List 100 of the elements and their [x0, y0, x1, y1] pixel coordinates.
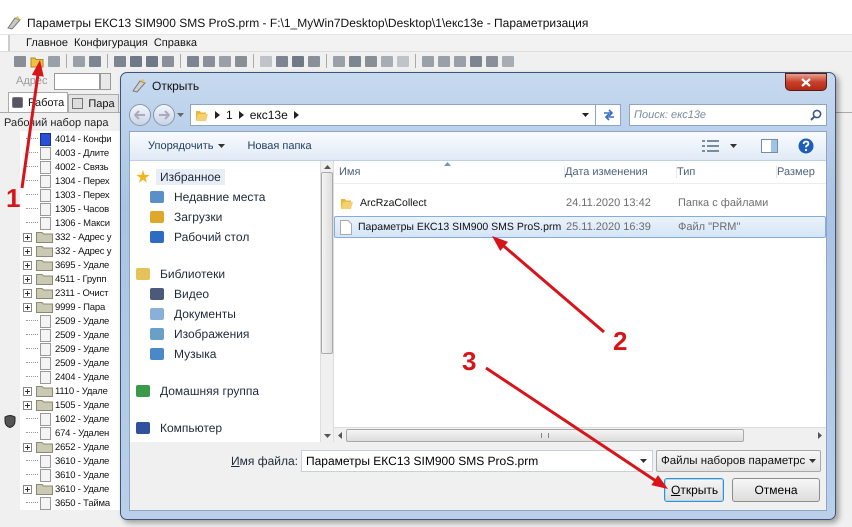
toolbar-icon[interactable] — [365, 56, 377, 66]
breadcrumb-field[interactable]: 1 екс13е — [190, 104, 621, 126]
back-button[interactable] — [129, 104, 151, 126]
horizontal-scrollbar[interactable] — [334, 427, 826, 442]
expand-toggle[interactable] — [23, 386, 32, 396]
toolbar-icon[interactable] — [292, 56, 304, 66]
toolbar-icon[interactable] — [89, 56, 101, 66]
tree-item[interactable]: 2509 - Удале — [55, 358, 110, 368]
menu-item[interactable]: Справка — [154, 37, 198, 49]
toolbar-icon[interactable] — [219, 56, 231, 66]
tree-item[interactable]: 2404 - Удале — [55, 372, 110, 382]
toolbar-icon[interactable] — [381, 56, 393, 66]
toolbar-icon[interactable] — [130, 56, 142, 66]
toolbar-icon[interactable] — [146, 56, 158, 66]
toolbar-icon[interactable] — [502, 56, 514, 66]
forward-button[interactable] — [153, 104, 175, 126]
toolbar-icon[interactable] — [14, 56, 26, 66]
chevron-icon[interactable] — [238, 111, 244, 119]
column-header[interactable]: Размер — [777, 166, 826, 178]
tree-item[interactable]: 3610 - Удале — [55, 456, 110, 466]
tree-item[interactable]: 1306 - Макси — [55, 218, 110, 228]
expand-toggle[interactable] — [23, 442, 32, 452]
tree-item[interactable]: 2652 - Удале — [55, 442, 110, 452]
nav-item[interactable]: Рабочий стол — [170, 229, 254, 245]
toolbar-icon[interactable] — [422, 56, 434, 66]
expand-toggle[interactable] — [23, 274, 32, 284]
toolbar-icon[interactable] — [470, 56, 482, 66]
file-row[interactable]: Параметры ЕКС13 SIM900 SMS ProS.prm 25.11.2020 16:39 Файл "PRM" — [334, 216, 826, 238]
filter-dropdown[interactable]: Файлы наборов параметрс — [656, 450, 821, 472]
nav-item[interactable]: Библиотеки — [156, 266, 230, 282]
chevron-icon[interactable] — [215, 111, 220, 119]
toolbar-icon[interactable] — [454, 56, 466, 66]
scroll-thumb[interactable] — [346, 428, 744, 442]
help-icon[interactable] — [798, 138, 814, 154]
tree-item[interactable]: 3610 - Удале — [55, 470, 110, 480]
tree-item[interactable]: 1505 - Удале — [55, 400, 110, 410]
tree-item[interactable]: 2509 - Удале — [55, 344, 110, 354]
toolbar-icon[interactable] — [349, 56, 361, 66]
expand-toggle[interactable] — [23, 400, 32, 410]
tree-item[interactable]: 1304 - Перех — [55, 176, 110, 186]
expand-toggle[interactable] — [23, 232, 32, 242]
tree-item[interactable]: 2509 - Удале — [55, 330, 110, 340]
refresh-icon[interactable] — [602, 109, 616, 121]
tree-item[interactable]: 4003 - Длите — [55, 148, 109, 158]
tree-item[interactable]: 3695 - Удале — [55, 260, 110, 270]
toolbar-icon[interactable] — [203, 56, 215, 66]
toolbar-icon[interactable] — [48, 56, 60, 66]
tree-item[interactable]: 4014 - Конфи — [55, 134, 112, 144]
toolbar-icon[interactable] — [114, 56, 126, 66]
search-field[interactable]: Поиск: екс13е — [629, 104, 827, 126]
toolbar-icon[interactable] — [308, 56, 320, 66]
filename-field[interactable]: Параметры ЕКС13 SIM900 SMS ProS.prm — [301, 450, 653, 472]
caret-icon[interactable] — [730, 144, 737, 148]
toolbar-icon[interactable] — [235, 56, 247, 66]
close-button[interactable] — [785, 73, 827, 91]
file-row[interactable]: ArcRzaCollect 24.11.2020 13:42 Папка с файлами — [334, 192, 826, 214]
preview-pane-icon[interactable] — [761, 139, 778, 153]
scroll-left-icon[interactable] — [338, 432, 342, 438]
scroll-right-icon[interactable] — [818, 432, 822, 438]
tree-item[interactable]: 2311 - Очист — [55, 288, 108, 298]
column-header[interactable]: Дата изменения — [565, 166, 677, 178]
path-segment[interactable]: 1 — [226, 108, 233, 122]
address-field[interactable] — [54, 72, 100, 90]
toolbar-icon[interactable] — [187, 56, 199, 66]
tree-item[interactable]: 1602 - Удале — [55, 414, 110, 424]
scroll-thumb[interactable] — [321, 172, 333, 354]
toolbar-icon[interactable] — [486, 56, 498, 66]
toolbar-icon[interactable] — [333, 56, 345, 66]
expand-toggle[interactable] — [23, 246, 32, 256]
toolbar-icon[interactable] — [73, 56, 85, 66]
scroll-down-icon[interactable] — [324, 434, 330, 438]
tree-item[interactable]: 3610 - Удале — [55, 484, 110, 494]
nav-item[interactable]: Домашняя группа — [156, 383, 264, 399]
tree-item[interactable]: 1305 - Часов — [55, 204, 109, 214]
menu-item[interactable]: Главное — [26, 37, 68, 49]
nav-item[interactable]: Недавние места — [170, 189, 270, 205]
scrollbar[interactable] — [320, 161, 334, 442]
nav-item[interactable]: Музыка — [170, 346, 220, 362]
open-button[interactable]: Открыть — [664, 478, 724, 502]
path-segment[interactable]: екс13е — [250, 108, 288, 122]
nav-item[interactable]: Видео — [170, 286, 214, 302]
command-button[interactable]: Упорядочить — [142, 138, 232, 154]
nav-item[interactable]: Изображения — [170, 326, 254, 342]
tree-item[interactable]: 1303 - Перех — [55, 190, 110, 200]
column-header[interactable]: Тип — [677, 166, 777, 178]
tree-item[interactable]: 332 - Адрес у — [55, 246, 112, 256]
spinner-control[interactable] — [100, 72, 110, 90]
view-list-icon[interactable] — [702, 140, 720, 152]
expand-toggle[interactable] — [23, 288, 32, 298]
tree-item[interactable]: 1110 - Удале — [55, 386, 108, 396]
expand-toggle[interactable] — [23, 260, 32, 270]
tree-item[interactable]: 4002 - Связь — [55, 162, 108, 172]
menu-item[interactable]: Конфигурация — [74, 37, 148, 49]
toolbar-icon[interactable] — [276, 56, 288, 66]
nav-item[interactable]: Загрузки — [170, 209, 226, 225]
toolbar-icon[interactable] — [162, 56, 174, 66]
tree-item[interactable]: 9999 - Пара — [55, 302, 106, 312]
chevron-icon[interactable] — [294, 111, 299, 119]
expand-toggle[interactable] — [23, 302, 32, 312]
tree-item[interactable]: 3650 - Тайма — [55, 498, 110, 508]
